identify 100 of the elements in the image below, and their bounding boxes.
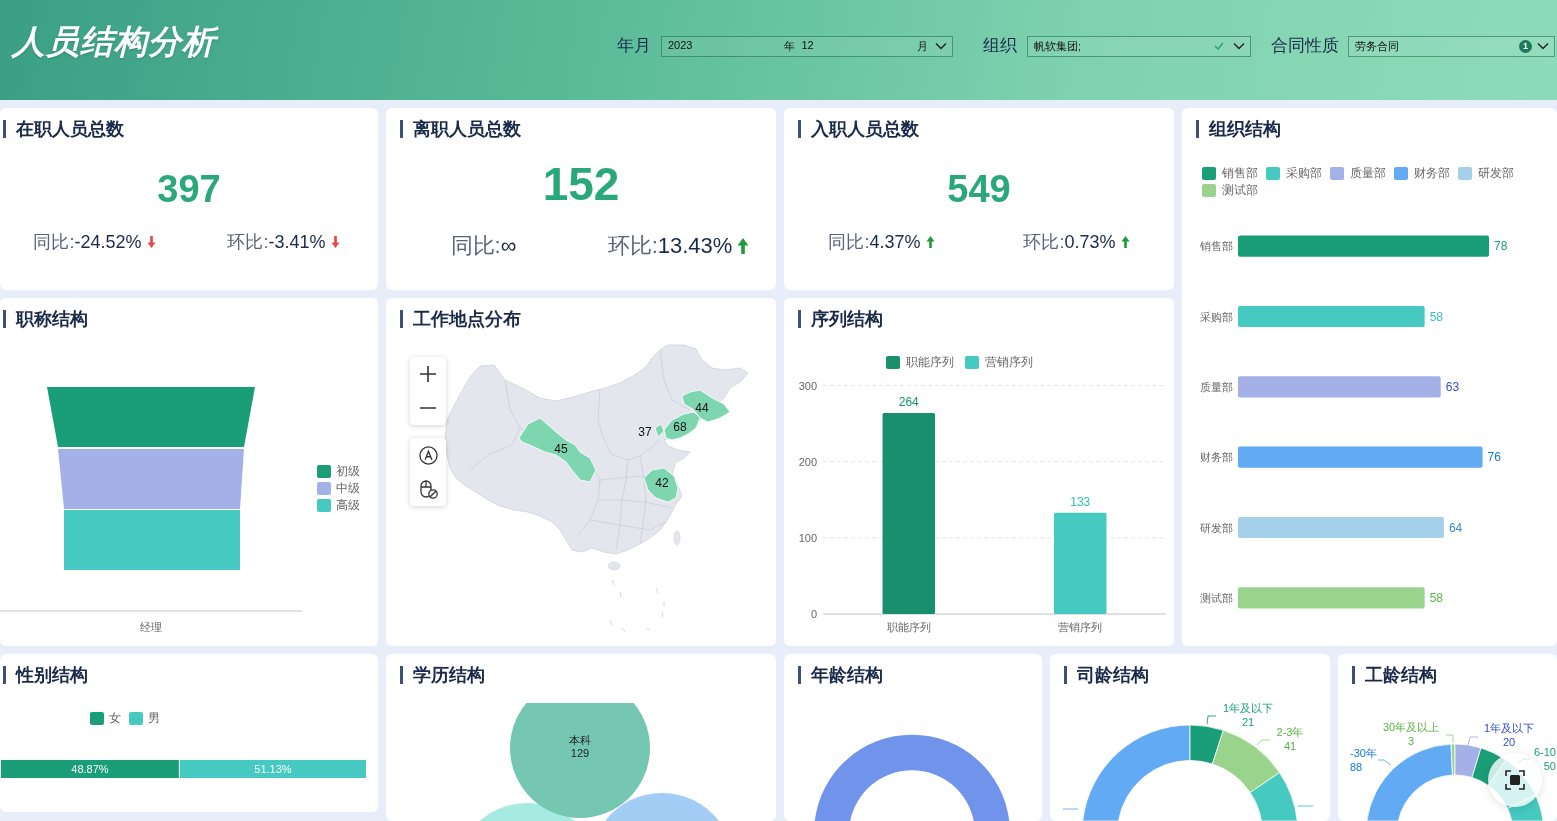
highlighted-region bbox=[681, 389, 731, 423]
card-title: 司龄结构 bbox=[1064, 666, 1149, 684]
value-label: 58 bbox=[1429, 590, 1443, 605]
card-title: 序列结构 bbox=[798, 310, 883, 328]
card-title: 年龄结构 bbox=[798, 666, 883, 684]
arrow-down-icon bbox=[330, 236, 340, 248]
leader-line bbox=[1297, 805, 1314, 807]
axis-label: 经理 bbox=[140, 621, 162, 633]
caret-icon bbox=[935, 42, 947, 50]
legend-label: 营销序列 bbox=[985, 354, 1033, 371]
segment-label: 6-10 bbox=[1533, 746, 1556, 758]
axis-tick-label: 200 bbox=[798, 455, 817, 468]
legend-label: 采购部 bbox=[1286, 165, 1322, 182]
axis-tick-label: 0 bbox=[810, 608, 817, 620]
segment-value: 41 bbox=[1283, 740, 1297, 752]
leader-line bbox=[1377, 759, 1392, 766]
category-label: 质量部 bbox=[1200, 380, 1233, 393]
card-title: 离职人员总数 bbox=[400, 120, 521, 138]
segment-label: 30年及以上 bbox=[1382, 721, 1440, 733]
segment-label: 1年及以下 bbox=[1222, 702, 1274, 714]
comparison-text: 环比:-3.41% bbox=[227, 231, 326, 253]
category-label: 采购部 bbox=[1200, 310, 1233, 323]
region-value: 37 bbox=[638, 425, 652, 439]
segment-label: -30年 bbox=[1350, 747, 1377, 759]
segment-value: 21 bbox=[1241, 716, 1255, 728]
region-value: 44 bbox=[695, 401, 709, 415]
filter-label: 组织 bbox=[983, 35, 1017, 57]
arrow-up-icon bbox=[1120, 236, 1130, 248]
filter-label: 年月 bbox=[617, 35, 651, 57]
circle-a-icon bbox=[418, 445, 438, 465]
value-label: 64 bbox=[1448, 520, 1463, 535]
contract-type-select[interactable]: 劳务合同 1 bbox=[1348, 35, 1555, 57]
highlighted-region bbox=[643, 467, 679, 503]
value-label: 76 bbox=[1487, 450, 1501, 465]
legend-label: 中级 bbox=[336, 480, 360, 497]
card-title: 性别结构 bbox=[3, 666, 88, 684]
bubble-label: 本科 bbox=[569, 734, 591, 746]
category-label: 测试部 bbox=[1200, 591, 1233, 604]
category-label: 研发部 bbox=[1200, 521, 1233, 534]
value-label: 63 bbox=[1445, 379, 1460, 394]
arrow-down-icon bbox=[146, 236, 156, 248]
axis-tick-label: 300 bbox=[798, 379, 817, 392]
segment-label: 2-3年 bbox=[1276, 726, 1304, 738]
value-label: 48.87% bbox=[71, 763, 109, 775]
segment-value: 50 bbox=[1543, 760, 1556, 772]
bubble-value: 129 bbox=[570, 747, 590, 759]
legend-label: 初级 bbox=[336, 463, 360, 480]
card-title: 在职人员总数 bbox=[3, 120, 124, 138]
category-label: 营销序列 bbox=[1058, 621, 1103, 633]
region-value: 42 bbox=[655, 476, 669, 490]
legend-label: 高级 bbox=[336, 497, 360, 514]
arrow-up-icon bbox=[925, 236, 935, 248]
comparison-text: 同比:∞ bbox=[450, 233, 517, 259]
check-icon bbox=[1214, 42, 1224, 50]
plus-icon bbox=[420, 366, 436, 382]
comparison-text: 环比:0.73% bbox=[1023, 231, 1116, 253]
card-title: 学历结构 bbox=[400, 666, 485, 684]
region-value: 45 bbox=[554, 442, 568, 456]
value-label: 264 bbox=[898, 394, 919, 409]
category-label: 财务部 bbox=[1200, 451, 1233, 464]
category-label: 销售部 bbox=[1200, 240, 1233, 253]
expand-icon bbox=[1505, 770, 1525, 790]
leader-line bbox=[1062, 808, 1079, 810]
card-title: 职称结构 bbox=[3, 310, 88, 328]
arrow-up-icon bbox=[737, 238, 750, 254]
count-badge: 1 bbox=[1519, 39, 1532, 53]
leader-line bbox=[1206, 715, 1217, 725]
comparison-text: 同比:4.37% bbox=[828, 231, 921, 253]
value-label: 78 bbox=[1494, 239, 1508, 254]
leader-line bbox=[1256, 739, 1271, 746]
value-label: 58 bbox=[1429, 309, 1443, 324]
organization-select[interactable]: 帆软集团; bbox=[1027, 35, 1251, 57]
kpi-value: 549 bbox=[947, 167, 1011, 212]
caret-icon bbox=[1537, 42, 1549, 50]
legend-label: 测试部 bbox=[1222, 182, 1258, 199]
card-title: 组织结构 bbox=[1196, 120, 1281, 138]
segment-value: 3 bbox=[1407, 735, 1415, 747]
card-title: 入职人员总数 bbox=[798, 120, 919, 138]
legend-label: 职能序列 bbox=[906, 354, 954, 371]
kpi-value: 152 bbox=[542, 158, 620, 210]
mouse-slash-icon bbox=[418, 479, 438, 499]
year-month-select[interactable]: 2023 年 12 月 bbox=[661, 35, 953, 57]
minus-icon bbox=[420, 407, 436, 409]
value-label: 51.13% bbox=[254, 763, 292, 775]
caret-icon bbox=[1233, 42, 1245, 50]
segment-value: 88 bbox=[1350, 761, 1363, 773]
legend-label: 研发部 bbox=[1478, 165, 1514, 182]
category-label: 职能序列 bbox=[886, 621, 931, 633]
legend-label: 女 bbox=[109, 710, 121, 727]
comparison-text: 同比:-24.52% bbox=[33, 231, 142, 253]
legend-label: 质量部 bbox=[1350, 165, 1386, 182]
segment-label: 1年及以下 bbox=[1483, 722, 1535, 734]
legend-label: 销售部 bbox=[1222, 165, 1258, 182]
card-title: 工龄结构 bbox=[1352, 666, 1437, 684]
leader-line bbox=[1445, 734, 1454, 744]
kpi-value: 397 bbox=[157, 167, 221, 212]
card-title: 工作地点分布 bbox=[400, 310, 521, 328]
legend-label: 男 bbox=[148, 710, 160, 727]
segment-value: 20 bbox=[1502, 736, 1516, 748]
axis-tick-label: 100 bbox=[798, 531, 817, 544]
